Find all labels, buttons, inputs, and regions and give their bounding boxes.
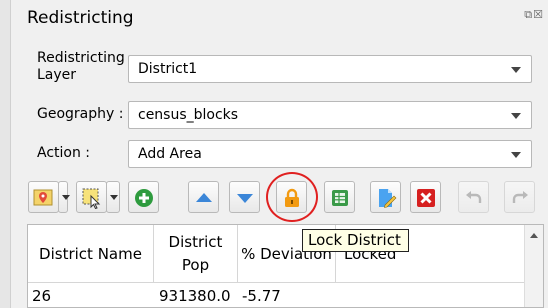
map-pin-button[interactable] (28, 181, 59, 213)
chevron-down-icon (511, 67, 521, 73)
geography-select-value: census_blocks (138, 107, 239, 123)
table-scrollbar[interactable] (524, 225, 543, 307)
map-pin-icon (33, 189, 53, 206)
edit-document-icon (379, 189, 397, 208)
action-label: Action : (37, 145, 91, 161)
redo-button[interactable] (504, 181, 535, 213)
cell-deviation[interactable]: -5.77 (242, 287, 281, 305)
geography-select[interactable]: census_blocks (128, 101, 532, 129)
up-arrow-icon (196, 193, 212, 202)
cell-district-pop[interactable]: 931380.0 (159, 287, 231, 305)
cell-district-name[interactable]: 26 (32, 287, 51, 305)
header-district-pop[interactable]: District Pop (154, 225, 238, 283)
chevron-down-icon (511, 152, 521, 158)
add-icon (135, 189, 153, 207)
select-dropdown[interactable] (106, 181, 120, 213)
table-icon (332, 190, 348, 206)
layer-label: Redistricting Layer (37, 50, 125, 84)
delete-icon (417, 189, 435, 207)
undo-button[interactable] (458, 181, 489, 213)
header-district-name-label: District Name (39, 245, 142, 263)
highlight-circle (266, 172, 318, 222)
action-select-value: Add Area (138, 146, 202, 162)
geography-label: Geography : (37, 106, 124, 122)
layer-label-line2: Layer (37, 67, 77, 83)
select-features-button[interactable] (76, 181, 107, 213)
move-down-button[interactable] (229, 181, 260, 213)
delete-district-button[interactable] (410, 181, 441, 213)
districts-table: District Name District Pop % Deviation L… (27, 224, 544, 308)
undo-icon (466, 191, 482, 203)
panel-title: Redistricting (27, 8, 134, 28)
dock-edge (0, 0, 11, 308)
lock-district-tooltip: Lock District (302, 229, 409, 252)
chevron-down-icon (511, 113, 521, 119)
header-district-pop-line2: Pop (181, 256, 210, 274)
redo-icon (512, 191, 528, 203)
layer-select[interactable]: District1 (128, 55, 532, 83)
action-select[interactable]: Add Area (128, 140, 532, 168)
panel-title-bar: Redistricting ⧉☒ (10, 0, 548, 34)
layer-label-line1: Redistricting (37, 50, 125, 66)
layer-select-value: District1 (138, 61, 198, 77)
down-arrow-icon (237, 194, 253, 203)
header-district-name[interactable]: District Name (28, 225, 154, 283)
add-district-button[interactable] (128, 181, 159, 213)
attribute-table-button[interactable] (324, 181, 355, 213)
move-up-button[interactable] (188, 181, 219, 213)
map-pin-dropdown[interactable] (58, 181, 70, 213)
edit-document-button[interactable] (370, 181, 401, 213)
header-district-pop-line1: District (168, 233, 223, 251)
select-features-icon (82, 188, 101, 209)
float-close-icon[interactable]: ⧉☒ (524, 8, 544, 22)
